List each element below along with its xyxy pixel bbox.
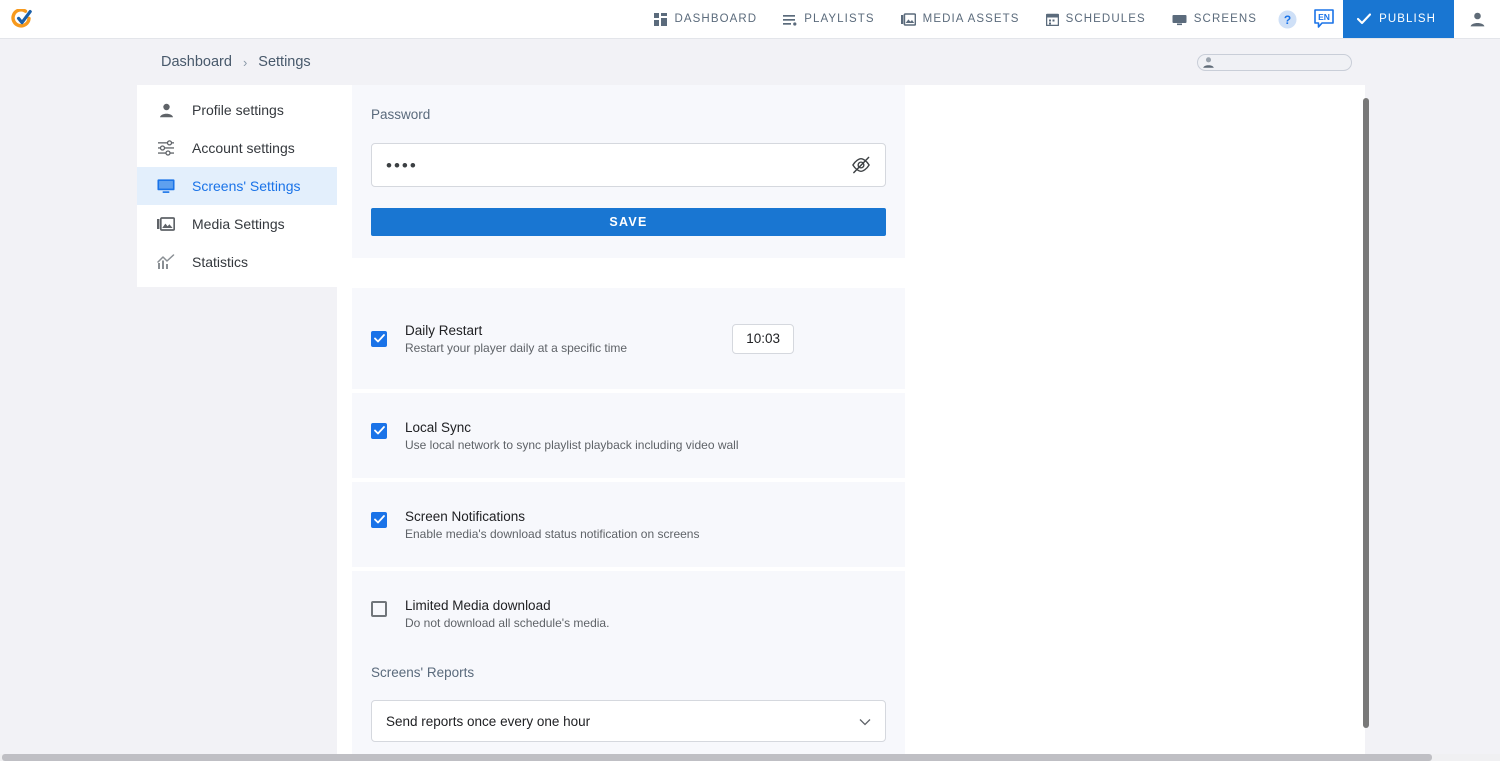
top-nav-items: DASHBOARD PLAYLISTS MEDIA ASSETS SCHEDUL… <box>641 0 1500 38</box>
user-avatar-icon <box>1469 11 1486 28</box>
reports-frequency-select[interactable]: Send reports once every one hour <box>371 700 886 742</box>
password-value: •••• <box>386 157 418 174</box>
language-badge-icon: EN <box>1313 8 1335 30</box>
screens-reports-label: Screens' Reports <box>352 643 905 680</box>
horizontal-scrollbar-thumb[interactable] <box>2 754 1432 761</box>
media-image-icon <box>901 13 916 26</box>
nav-item-dashboard[interactable]: DASHBOARD <box>641 0 770 38</box>
calendar-icon <box>1046 13 1059 26</box>
publish-button[interactable]: PUBLISH <box>1343 0 1454 38</box>
sidebar-item-label: Account settings <box>192 140 295 156</box>
sidebar-item-screens-settings[interactable]: Screens' Settings <box>137 167 337 205</box>
save-button-label: SAVE <box>609 215 647 229</box>
nav-item-media-assets[interactable]: MEDIA ASSETS <box>888 0 1033 38</box>
password-card-label: Password <box>352 85 905 122</box>
setting-card-daily-restart: Daily Restart Restart your player daily … <box>352 288 905 389</box>
screens-reports-card: Screens' Reports Send reports once every… <box>352 643 905 761</box>
check-icon <box>374 334 385 343</box>
svg-text:?: ? <box>1284 13 1291 27</box>
toggle-row[interactable]: Screen Notifications Enable media's down… <box>352 509 905 541</box>
daily-restart-checkbox[interactable] <box>371 331 387 347</box>
setting-card-local-sync: Local Sync Use local network to sync pla… <box>352 393 905 478</box>
sidebar-item-profile-settings[interactable]: Profile settings <box>137 91 337 129</box>
grid-icon <box>654 13 667 26</box>
sliders-icon <box>157 140 175 156</box>
password-input[interactable]: •••• <box>371 143 886 187</box>
breadcrumb-root[interactable]: Dashboard <box>161 54 232 70</box>
toggle-text: Local Sync Use local network to sync pla… <box>405 420 739 452</box>
daily-restart-time-value: 10:03 <box>746 331 780 346</box>
password-card: Password •••• SAVE <box>352 85 905 258</box>
media-image-icon <box>157 216 175 232</box>
nav-item-screens[interactable]: SCREENS <box>1159 0 1270 38</box>
publish-label: PUBLISH <box>1379 13 1436 25</box>
local-sync-checkbox[interactable] <box>371 423 387 439</box>
app-logo[interactable] <box>0 0 44 38</box>
language-label: EN <box>1318 12 1330 22</box>
toggle-subtitle: Enable media's download status notificat… <box>405 527 699 541</box>
nav-item-schedules[interactable]: SCHEDULES <box>1033 0 1159 38</box>
toggle-title: Screen Notifications <box>405 509 699 524</box>
horizontal-scrollbar[interactable] <box>0 754 1500 761</box>
sidebar-item-media-settings[interactable]: Media Settings <box>137 205 337 243</box>
toggle-subtitle: Use local network to sync playlist playb… <box>405 438 739 452</box>
nav-item-playlists[interactable]: PLAYLISTS <box>770 0 887 38</box>
daily-restart-time-input[interactable]: 10:03 <box>732 324 794 354</box>
monitor-icon <box>157 178 175 194</box>
chevron-down-icon <box>859 714 871 729</box>
sidebar-item-label: Profile settings <box>192 102 284 118</box>
toggle-text: Daily Restart Restart your player daily … <box>405 323 627 355</box>
toggle-row[interactable]: Limited Media download Do not download a… <box>352 598 905 630</box>
toggle-text: Screen Notifications Enable media's down… <box>405 509 699 541</box>
breadcrumb-separator-icon: › <box>243 55 247 70</box>
toggle-password-visibility-button[interactable] <box>851 156 871 174</box>
check-circle-logo-icon <box>11 9 33 29</box>
sidebar-item-statistics[interactable]: Statistics <box>137 243 337 281</box>
check-icon <box>1357 13 1371 25</box>
screen-notifications-checkbox[interactable] <box>371 512 387 528</box>
nav-label: SCHEDULES <box>1066 13 1146 25</box>
check-icon <box>374 515 385 524</box>
settings-sidebar: Profile settings Account settings Screen… <box>137 85 337 287</box>
chart-line-icon <box>157 254 175 270</box>
toggle-title: Local Sync <box>405 420 739 435</box>
sidebar-item-label: Media Settings <box>192 216 285 232</box>
nav-label: PLAYLISTS <box>804 13 874 25</box>
check-icon <box>374 426 385 435</box>
sidebar-item-label: Screens' Settings <box>192 178 301 194</box>
account-button[interactable] <box>1454 0 1500 38</box>
language-selector[interactable]: EN <box>1305 0 1343 38</box>
settings-content-panel: Password •••• SAVE Daily Restart Restart… <box>337 85 1365 761</box>
save-button[interactable]: SAVE <box>371 208 886 236</box>
toggle-row[interactable]: Daily Restart Restart your player daily … <box>352 323 905 355</box>
nav-label: MEDIA ASSETS <box>923 13 1020 25</box>
nav-label: DASHBOARD <box>674 13 757 25</box>
toggle-subtitle: Do not download all schedule's media. <box>405 616 609 630</box>
eye-off-icon <box>851 156 871 174</box>
help-question-icon: ? <box>1278 10 1297 29</box>
toggle-title: Daily Restart <box>405 323 627 338</box>
vertical-scrollbar[interactable] <box>1363 98 1369 728</box>
sidebar-item-account-settings[interactable]: Account settings <box>137 129 337 167</box>
breadcrumb: Dashboard › Settings <box>161 54 311 70</box>
search-input[interactable] <box>1197 54 1352 71</box>
breadcrumb-current: Settings <box>258 54 310 70</box>
toggle-text: Limited Media download Do not download a… <box>405 598 609 630</box>
monitor-icon <box>1172 13 1187 26</box>
setting-card-screen-notifications: Screen Notifications Enable media's down… <box>352 482 905 567</box>
sidebar-item-label: Statistics <box>192 254 248 270</box>
toggle-title: Limited Media download <box>405 598 609 613</box>
help-button[interactable]: ? <box>1270 0 1305 38</box>
reports-frequency-value: Send reports once every one hour <box>386 714 590 729</box>
toggle-row[interactable]: Local Sync Use local network to sync pla… <box>352 420 905 452</box>
user-avatar-icon <box>1202 56 1215 69</box>
playlist-icon <box>783 13 797 26</box>
top-navigation-bar: DASHBOARD PLAYLISTS MEDIA ASSETS SCHEDUL… <box>0 0 1500 39</box>
toggle-subtitle: Restart your player daily at a specific … <box>405 341 627 355</box>
nav-label: SCREENS <box>1194 13 1257 25</box>
person-icon <box>157 102 175 119</box>
limited-media-download-checkbox[interactable] <box>371 601 387 617</box>
